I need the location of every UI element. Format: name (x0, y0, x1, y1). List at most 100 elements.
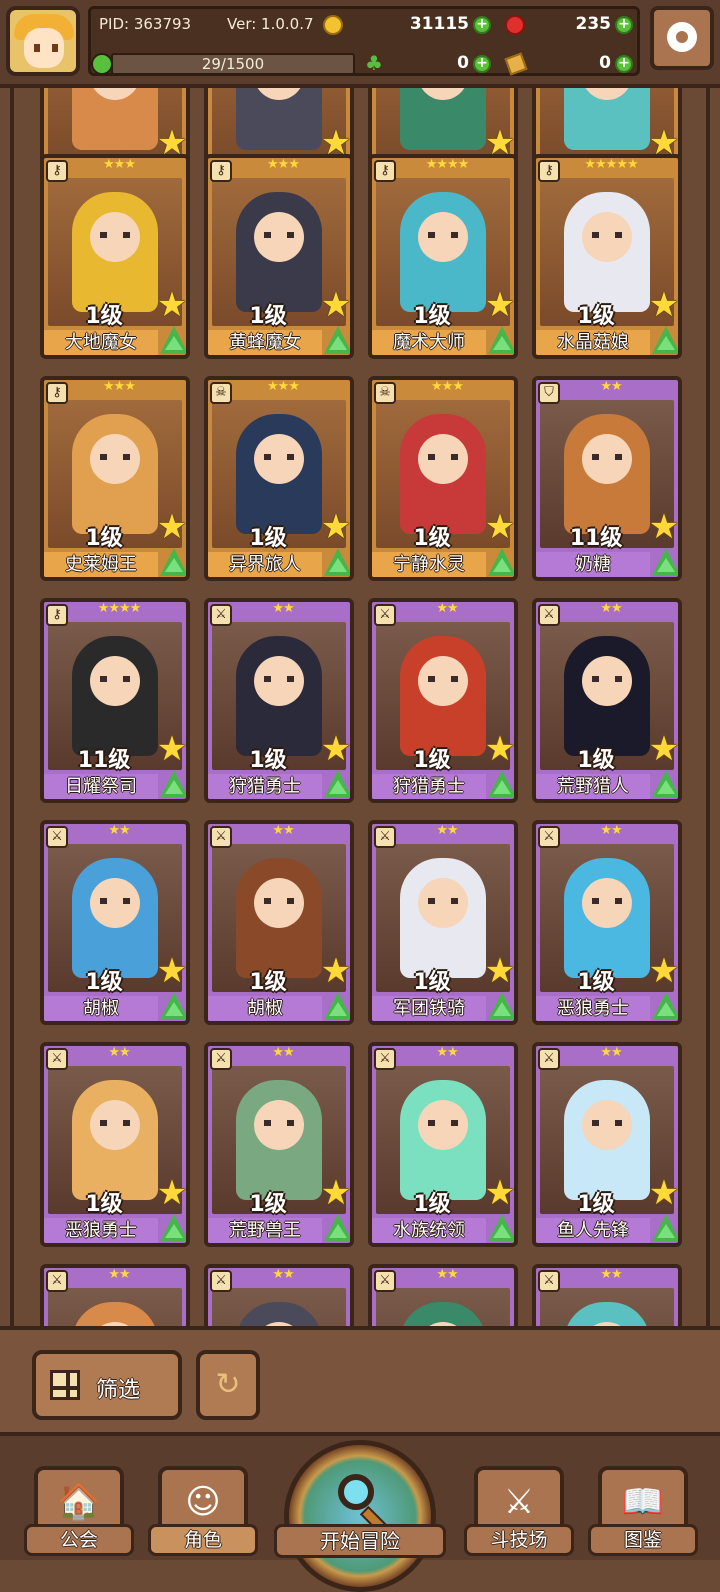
level-up-arrow-inner (493, 1224, 511, 1238)
star-upgrade-icon[interactable]: ★ (484, 288, 514, 322)
add-ticket-button[interactable]: + (615, 55, 633, 73)
avatar-eye-left (34, 44, 40, 52)
character-card[interactable]: ⚔ ★★ 1级 ★ 鱼人先锋 (532, 1042, 682, 1247)
add-gem-button[interactable]: + (615, 16, 633, 34)
character-card[interactable]: ⚷ ★★★★ 1级 ★ 魔术大师 (368, 154, 518, 359)
star-upgrade-icon[interactable]: ★ (156, 510, 186, 544)
character-card[interactable]: ☠ ★★★ 1级 ★ 宁静水灵 (368, 376, 518, 581)
rarity-stars: ★★ (600, 379, 622, 394)
character-card[interactable]: ⚔ ★★ 1级 ★ 水族统领 (368, 1042, 518, 1247)
character-level: 1级 (413, 748, 451, 773)
character-level: 1级 (249, 304, 287, 329)
crossed-swords-icon: ⚔ (503, 1482, 535, 1522)
character-card[interactable]: ☠ ★★★ 1级 ★ 异界旅人 (204, 376, 354, 581)
star-upgrade-icon[interactable]: ★ (156, 954, 186, 988)
level-up-arrow-inner (165, 1002, 183, 1016)
character-card[interactable]: ⚔ ★★ 1级 ★ 狩猎勇士 (204, 598, 354, 803)
character-card[interactable]: ⚔ ★★ 1级 ★ 胡椒 (204, 820, 354, 1025)
class-icon: ⚔ (538, 1270, 560, 1292)
character-card[interactable]: ⚷ ★★★ 1级 ★ 黄蜂魔女 (204, 154, 354, 359)
gem-amount: 235 (575, 14, 612, 34)
star-upgrade-icon[interactable]: ★ (156, 1176, 186, 1210)
character-eyes (100, 454, 130, 460)
refresh-button[interactable]: ↻ (196, 1350, 260, 1420)
clover-icon: ♣ (365, 51, 383, 75)
rarity-stars: ★★★ (267, 157, 300, 172)
nav-characters[interactable]: ☺ 角色 (148, 1466, 258, 1558)
star-upgrade-icon[interactable]: ★ (648, 954, 678, 988)
character-card[interactable]: ⛉ ★★ 11级 ★ 奶糖 (532, 376, 682, 581)
nav-codex[interactable]: 📖 图鉴 (588, 1466, 698, 1558)
guild-icon: 🏠 (57, 1482, 101, 1522)
star-upgrade-icon[interactable]: ★ (484, 732, 514, 766)
rarity-stars: ★★★★ (97, 601, 142, 616)
settings-button[interactable] (650, 6, 714, 70)
star-upgrade-icon[interactable]: ★ (484, 510, 514, 544)
star-upgrade-icon[interactable]: ★ (320, 510, 350, 544)
rarity-stars: ★★ (108, 1045, 130, 1060)
character-card[interactable]: ⚔ ★★ 1级 ★ 胡椒 (40, 820, 190, 1025)
character-level: 1级 (85, 970, 123, 995)
rarity-stars: ★★ (600, 823, 622, 838)
star-upgrade-icon[interactable]: ★ (156, 732, 186, 766)
player-avatar[interactable] (6, 6, 80, 76)
ticket-amount: 0 (599, 53, 611, 73)
class-icon: ⚔ (538, 826, 560, 848)
character-card[interactable]: ⚷ ★★★ 1级 ★ 大地魔女 (40, 154, 190, 359)
character-card[interactable]: ⚷ ★★★★ 11级 ★ 日耀祭司 (40, 598, 190, 803)
character-card[interactable]: ⚔ ★★ 1级 ★ 荒野兽王 (204, 1042, 354, 1247)
star-upgrade-icon[interactable]: ★ (320, 1176, 350, 1210)
star-upgrade-icon[interactable]: ★ (484, 1176, 514, 1210)
character-name: 异界旅人 (208, 552, 322, 577)
character-card[interactable]: ⚔ ★★ 1级 ★ 荒野猎人 (532, 598, 682, 803)
character-eyes (592, 898, 622, 904)
star-upgrade-icon[interactable]: ★ (320, 288, 350, 322)
character-card[interactable]: ⚔ ★★ 1级 ★ 军团铁骑 (368, 820, 518, 1025)
character-card[interactable]: ⚔ ★★ 1级 ★ 恶狼勇士 (532, 820, 682, 1025)
star-upgrade-icon[interactable]: ★ (156, 288, 186, 322)
level-up-arrow-inner (329, 336, 347, 350)
character-name: 胡椒 (44, 996, 158, 1021)
character-card[interactable]: ⚔ ★★ 1级 ★ 恶狼勇士 (40, 1042, 190, 1247)
nav-guild[interactable]: 🏠 公会 (24, 1466, 134, 1558)
character-card[interactable]: ⚔★★★ (204, 1264, 354, 1328)
star-upgrade-icon[interactable]: ★ (484, 954, 514, 988)
character-eyes (428, 232, 458, 238)
star-upgrade-icon[interactable]: ★ (648, 288, 678, 322)
character-level: 1级 (413, 526, 451, 551)
star-upgrade-icon[interactable]: ★ (320, 954, 350, 988)
character-card[interactable]: ⚷ ★★★★★ 1级 ★ 水晶菇娘 (532, 154, 682, 359)
class-icon: ⚔ (374, 1270, 396, 1292)
world-globe-icon (284, 1440, 436, 1592)
character-level: 1级 (249, 748, 287, 773)
character-card[interactable]: ⚔★★★ (368, 1264, 518, 1328)
character-level: 1级 (413, 1192, 451, 1217)
nav-characters-label: 角色 (148, 1524, 258, 1556)
filter-button[interactable]: 筛选 (32, 1350, 182, 1420)
character-eyes (592, 1120, 622, 1126)
class-icon: ⚔ (374, 826, 396, 848)
star-upgrade-icon[interactable]: ★ (648, 1176, 678, 1210)
nav-arena[interactable]: ⚔ 斗技场 (464, 1466, 574, 1558)
rarity-stars: ★★★ (103, 379, 136, 394)
character-eyes (428, 898, 458, 904)
character-name: 史莱姆王 (44, 552, 158, 577)
character-eyes (592, 454, 622, 460)
rarity-stars: ★★ (108, 1267, 130, 1282)
star-upgrade-icon[interactable]: ★ (320, 732, 350, 766)
character-card[interactable]: ⚔★★★ (40, 1264, 190, 1328)
character-name: 狩猎勇士 (372, 774, 486, 799)
character-card[interactable]: ⚔ ★★ 1级 ★ 狩猎勇士 (368, 598, 518, 803)
start-adventure-button[interactable]: 开始冒险 (270, 1436, 450, 1592)
character-level: 11级 (77, 748, 131, 773)
level-up-arrow-inner (329, 780, 347, 794)
class-icon: ⚔ (538, 1048, 560, 1070)
character-card[interactable]: ⚷ ★★★ 1级 ★ 史莱姆王 (40, 376, 190, 581)
level-up-arrow-inner (165, 558, 183, 572)
star-upgrade-icon[interactable]: ★ (648, 510, 678, 544)
class-icon: ⚔ (210, 1048, 232, 1070)
add-clover-button[interactable]: + (473, 55, 491, 73)
star-upgrade-icon[interactable]: ★ (648, 732, 678, 766)
character-card[interactable]: ⚔★★★ (532, 1264, 682, 1328)
add-gold-button[interactable]: + (473, 16, 491, 34)
